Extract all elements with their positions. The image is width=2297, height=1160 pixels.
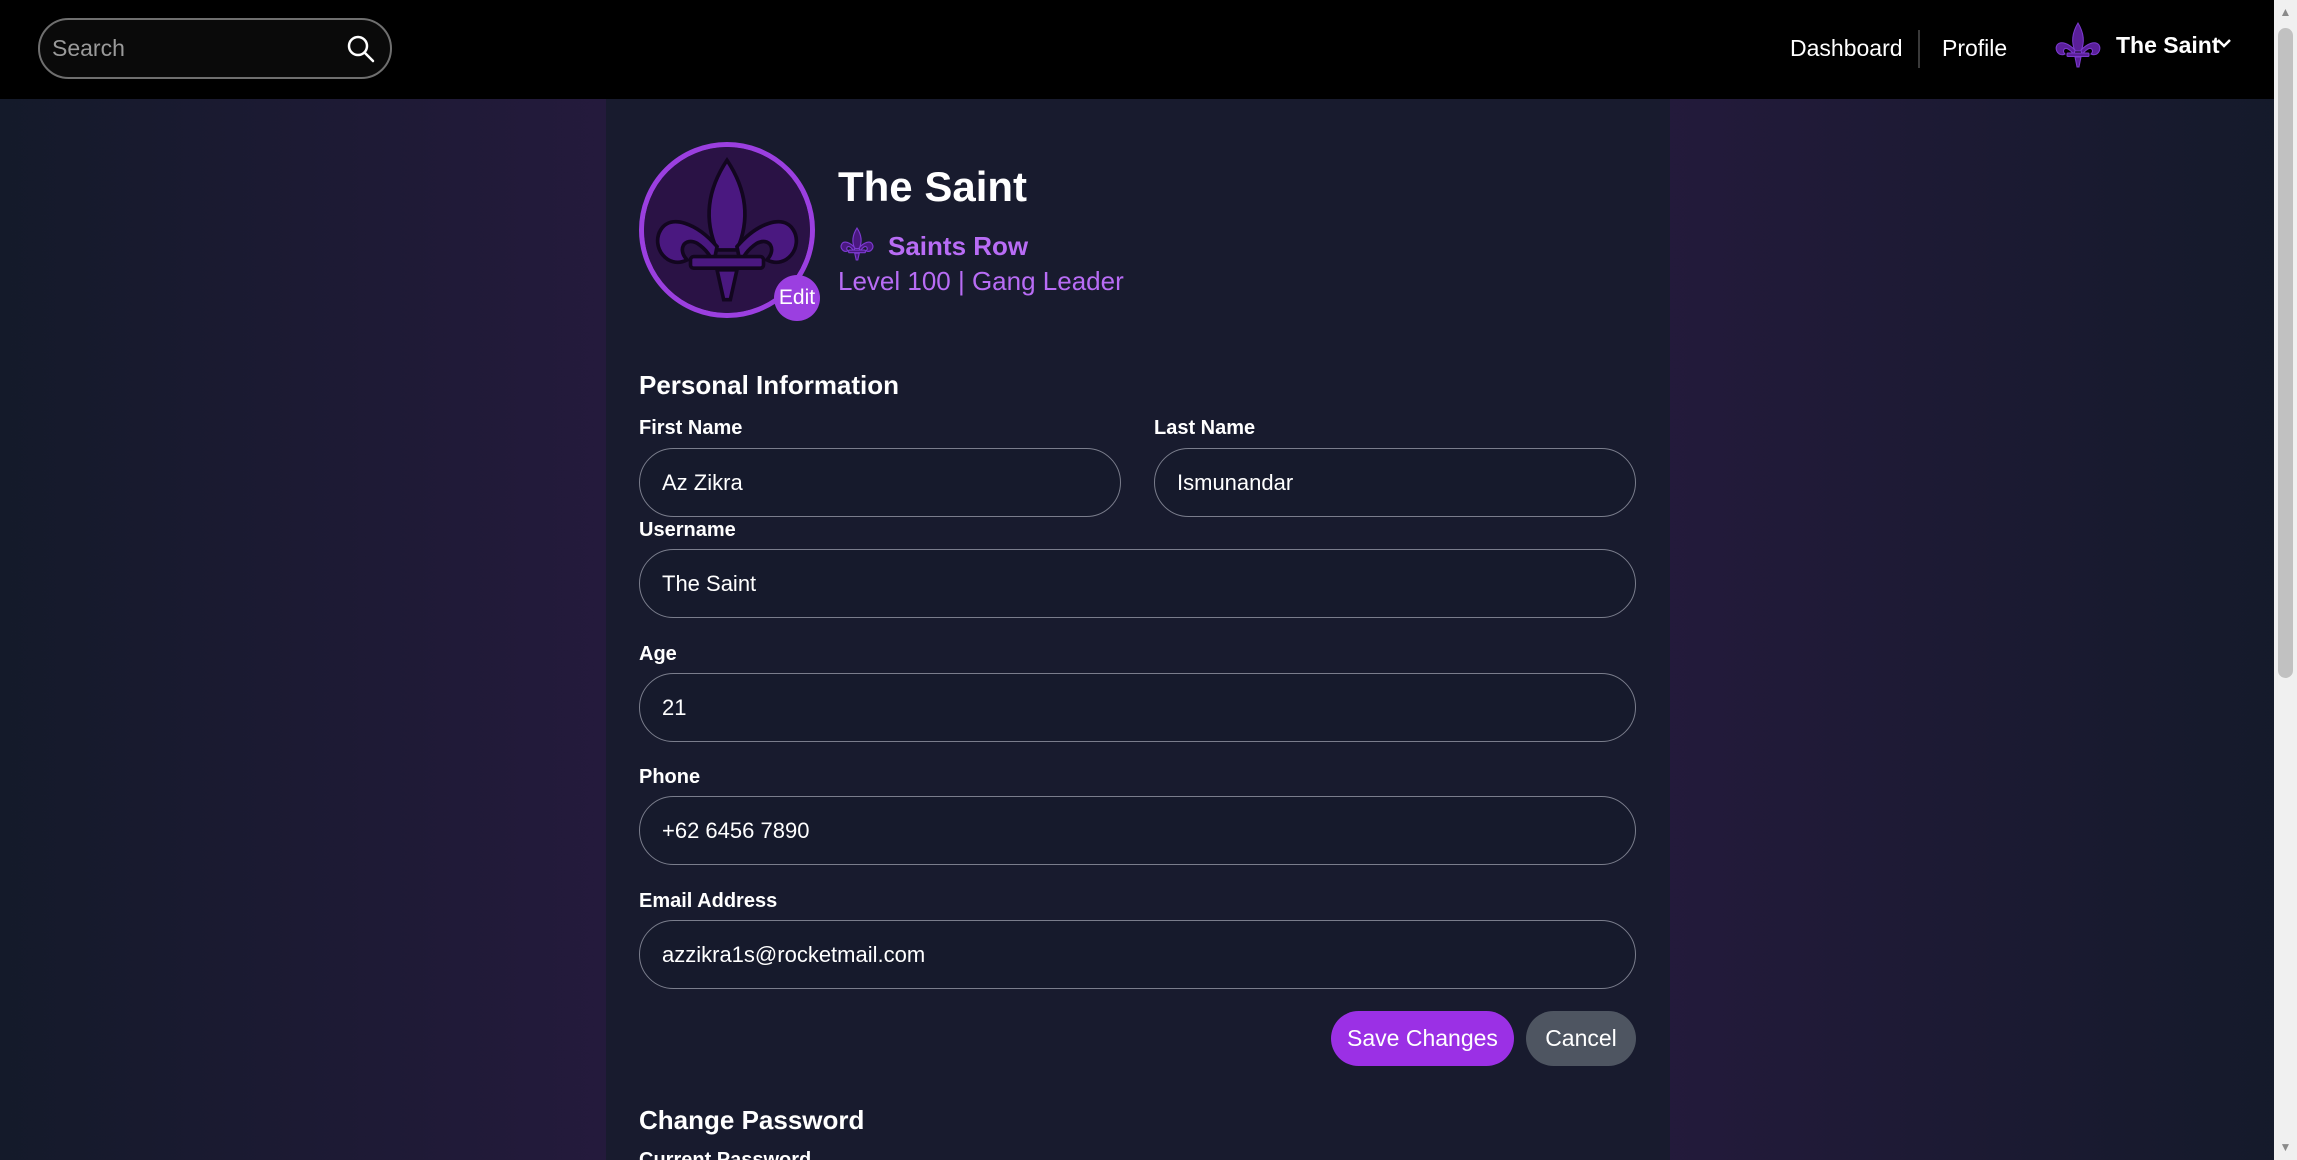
search-box: [38, 18, 392, 79]
gang-name: Saints Row: [888, 231, 1029, 261]
age-label: Age: [639, 643, 677, 665]
profile-name: The Saint: [838, 163, 1028, 210]
phone-label: Phone: [639, 766, 701, 788]
email-field[interactable]: [639, 920, 1636, 989]
scrollbar-thumb[interactable]: [2278, 28, 2293, 678]
first-name-label: First Name: [639, 417, 743, 439]
edit-avatar-button[interactable]: Edit: [774, 275, 820, 321]
top-nav-bar: Dashboard Profile The Saint: [0, 0, 2274, 99]
scroll-up-arrow-icon[interactable]: ▲: [2279, 6, 2292, 19]
nav-divider: [1918, 30, 1920, 68]
first-name-field[interactable]: [639, 448, 1121, 517]
phone-field[interactable]: [639, 796, 1636, 865]
level-text: Level 100 | Gang Leader: [838, 266, 1124, 296]
nav-link-dashboard[interactable]: Dashboard: [1790, 35, 1903, 62]
search-input[interactable]: [52, 20, 342, 77]
page-scrollbar[interactable]: ▲ ▼: [2274, 0, 2297, 1160]
user-menu-dropdown[interactable]: The Saint: [2052, 18, 2242, 68]
cancel-button[interactable]: Cancel: [1526, 1011, 1636, 1066]
age-field[interactable]: [639, 673, 1636, 742]
last-name-label: Last Name: [1154, 417, 1256, 439]
change-password-title: Change Password: [639, 1105, 865, 1135]
user-menu-name: The Saint: [2116, 32, 2220, 58]
username-field[interactable]: [639, 549, 1636, 618]
username-label: Username: [639, 519, 736, 541]
last-name-field[interactable]: [1154, 448, 1636, 517]
email-label: Email Address: [639, 890, 778, 912]
personal-info-title: Personal Information: [639, 370, 900, 400]
search-icon[interactable]: [346, 34, 376, 64]
fleur-de-lis-icon: [838, 225, 876, 263]
current-password-label: Current Password: [639, 1149, 812, 1160]
chevron-down-icon: [2216, 36, 2232, 48]
profile-panel: Edit The Saint Saints Row Level 100 | Ga…: [606, 99, 1670, 1160]
nav-link-profile[interactable]: Profile: [1942, 35, 2007, 62]
scroll-down-arrow-icon[interactable]: ▼: [2279, 1141, 2292, 1154]
avatar-container: Edit: [639, 142, 820, 322]
save-changes-button[interactable]: Save Changes: [1331, 1011, 1514, 1066]
fleur-de-lis-logo: [2052, 20, 2104, 70]
